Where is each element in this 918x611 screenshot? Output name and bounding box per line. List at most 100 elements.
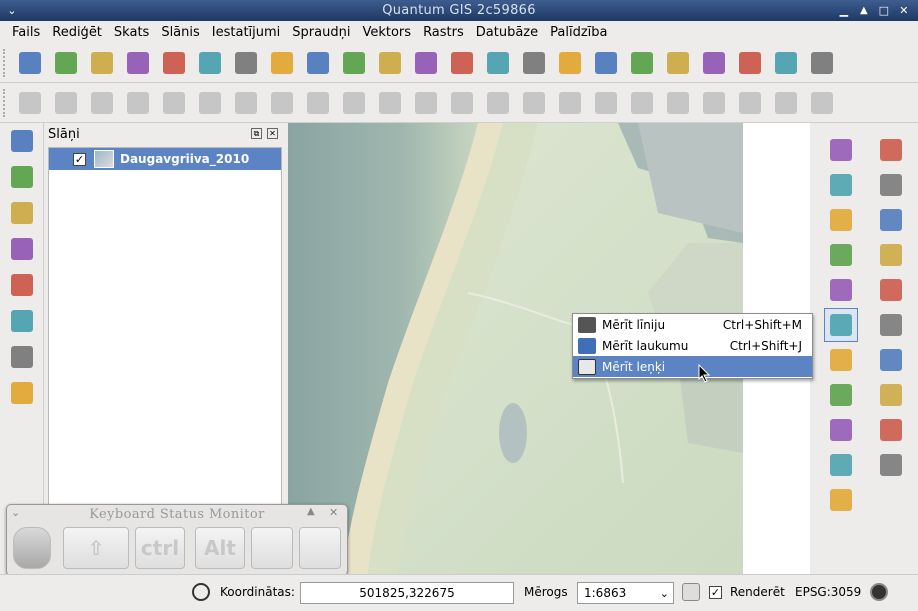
new-project-icon[interactable] [12,47,48,79]
menu-vector[interactable]: Vektors [356,25,417,40]
coordinate-field[interactable]: 501825,322675 [300,582,514,604]
pan-to-selection-icon[interactable] [874,168,908,202]
database-icon[interactable] [0,303,44,339]
merge-icon[interactable] [732,87,768,119]
style-editor-icon[interactable] [624,47,660,79]
print-composer-icon[interactable] [156,47,192,79]
crs-status-icon[interactable] [870,583,888,601]
move-feature-icon[interactable] [156,87,192,119]
delete-ring-icon[interactable] [552,87,588,119]
menu-settings[interactable]: Iestatījumi [206,25,287,40]
float-panel-icon[interactable]: ⧉ [251,128,262,139]
save-edits-icon[interactable] [84,87,120,119]
menu-layer[interactable]: Slānis [155,25,205,40]
close-icon[interactable]: ✕ [896,3,912,18]
transform-icon[interactable] [0,231,44,267]
menu-view[interactable]: Skats [108,25,155,40]
zoom-selection-icon[interactable] [874,343,908,377]
map-tips-icon[interactable] [824,343,858,377]
reshape-icon[interactable] [624,87,660,119]
window-menu-icon[interactable]: ⌄ [4,3,20,18]
plugin-icon[interactable] [804,47,840,79]
show-bookmarks-icon[interactable] [824,413,858,447]
new-layer-icon[interactable] [480,47,516,79]
zoom-out-icon[interactable] [874,238,908,272]
scale-combobox[interactable]: 1:6863 ⌄ [577,582,674,604]
help-book-icon[interactable] [0,339,44,375]
deselect-icon[interactable] [824,238,858,272]
monitor-collapse-icon[interactable]: ⌄ [11,506,21,519]
save-project-icon[interactable] [84,47,120,79]
menu-file[interactable]: Fails [6,25,46,40]
add-part-icon[interactable] [516,87,552,119]
add-raster-layer-icon[interactable] [0,123,44,159]
coordinate-toggle-icon[interactable] [192,583,210,601]
open-project-icon[interactable] [48,47,84,79]
add-vector-icon[interactable] [444,47,480,79]
text-annotation-icon[interactable] [824,448,858,482]
eye-icon[interactable] [696,47,732,79]
add-ring-icon[interactable] [480,87,516,119]
cut-icon[interactable] [264,87,300,119]
measure-icon[interactable] [824,308,858,342]
toolbar-grip[interactable] [3,48,9,77]
menu-plugins[interactable]: Spraudņi [286,25,356,40]
split-icon[interactable] [696,87,732,119]
simplify-icon[interactable] [444,87,480,119]
layer-item[interactable]: ✓ Daugavgriiva_2010 [49,148,281,170]
maximize-icon[interactable]: □ [876,3,892,18]
monitor-shade-icon[interactable]: ▲ [307,506,315,517]
shade-icon[interactable]: ▲ [856,3,872,18]
menu-raster[interactable]: Rastrs [417,25,470,40]
spell-check-icon[interactable] [588,47,624,79]
copy-icon[interactable] [300,87,336,119]
stop-render-icon[interactable] [682,583,700,601]
layer-visibility-checkbox[interactable]: ✓ [73,152,86,166]
merge-attributes-icon[interactable] [768,87,804,119]
layer-list[interactable]: ✓ Daugavgriiva_2010 [48,147,282,527]
menu-item-measure-area[interactable]: Mērīt laukumu Ctrl+Shift+J [573,335,812,356]
menu-database[interactable]: Datubāze [470,25,544,40]
zoom-full-icon[interactable] [874,273,908,307]
globe-icon[interactable] [0,267,44,303]
monitor-close-icon[interactable]: ✕ [329,506,339,519]
menu-edit[interactable]: Rediģēt [46,25,108,40]
close-panel-icon[interactable]: ✕ [267,128,278,139]
node-tool-icon[interactable] [192,87,228,119]
pan-icon[interactable] [874,133,908,167]
refresh-icon[interactable] [874,448,908,482]
settings-icon[interactable] [824,168,858,202]
menu-item-measure-line[interactable]: Mērīt līniju Ctrl+Shift+M [573,314,812,335]
menu-item-measure-angle[interactable]: Mērīt leņķi [573,356,812,377]
paste-icon[interactable] [336,87,372,119]
print-icon[interactable] [192,47,228,79]
toolbar-grip[interactable] [3,88,9,117]
chevron-down-icon[interactable]: ⌄ [660,587,669,600]
render-checkbox[interactable]: ✓ [709,586,722,599]
zoom-in-icon[interactable] [874,203,908,237]
select-icon[interactable] [824,203,858,237]
tag-icon[interactable] [660,47,696,79]
add-mssql-icon[interactable] [372,47,408,79]
add-raster-icon[interactable] [228,47,264,79]
rotate-icon[interactable] [804,87,840,119]
undo-icon[interactable] [372,87,408,119]
whats-this-icon[interactable] [0,375,44,411]
delete-part-icon[interactable] [588,87,624,119]
attribute-table-icon[interactable] [824,273,858,307]
add-wfs-icon[interactable] [408,47,444,79]
add-delimited-text-icon[interactable] [552,47,588,79]
new-bookmark-icon[interactable] [824,378,858,412]
add-vector-layer-icon[interactable] [0,159,44,195]
offset-curve-icon[interactable] [660,87,696,119]
add-wms-icon[interactable] [264,47,300,79]
toggle-edit-icon[interactable] [12,87,48,119]
identify-icon[interactable] [824,133,858,167]
add-spatialite-icon[interactable] [336,47,372,79]
zoom-layer-icon[interactable] [874,308,908,342]
save-as-icon[interactable] [120,47,156,79]
minimize-icon[interactable]: ▁ [836,3,852,18]
zoom-next-icon[interactable] [874,413,908,447]
histogram-icon[interactable] [0,195,44,231]
add-feature-icon[interactable] [120,87,156,119]
